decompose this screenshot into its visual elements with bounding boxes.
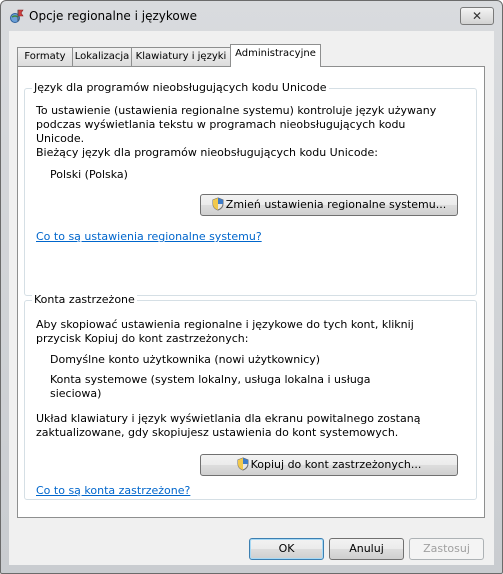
welcome-screen-note-line2: zaktualizowane, gdy skopiujesz ustawieni… <box>36 426 399 439</box>
client-area: Formaty Lokalizacja Klawiatury i języki … <box>9 31 494 565</box>
copy-to-reserved-label: Kopiuj do kont zastrzeżonych... <box>250 458 422 471</box>
change-system-locale-label: Zmień ustawienia regionalne systemu... <box>225 198 447 211</box>
reserved-group-legend: Konta zastrzeżone <box>32 293 137 306</box>
uac-shield-icon <box>212 197 224 211</box>
cancel-button[interactable]: Anuluj <box>329 538 404 560</box>
copy-to-reserved-button[interactable]: Kopiuj do kont zastrzeżonych... <box>200 454 458 476</box>
system-locale-help-link[interactable]: Co to są ustawienia regionalne systemu? <box>36 230 262 243</box>
unicode-language-group: Język dla programów nieobsługujących kod… <box>24 81 477 296</box>
title-bar[interactable]: Opcje regionalne i językowe ✕ <box>1 1 502 31</box>
tab-formaty[interactable]: Formaty <box>17 47 73 66</box>
ok-button[interactable]: OK <box>249 538 324 560</box>
close-icon: ✕ <box>471 9 483 23</box>
regional-settings-icon <box>10 9 24 23</box>
system-accounts-item-line2: sieciowa) <box>50 387 102 400</box>
dialog-window: Opcje regionalne i językowe ✕ Formaty Lo… <box>0 0 503 574</box>
unicode-desc-line2: podczas wyświetlania tekstu w programach… <box>36 118 406 131</box>
tab-administracyjne[interactable]: Administracyjne <box>230 44 321 67</box>
reserved-desc-line2: przycisk Kopiuj do kont zastrzeżonych: <box>36 332 249 345</box>
change-system-locale-button[interactable]: Zmień ustawienia regionalne systemu... <box>200 194 458 216</box>
tab-panel-administracyjne: Język dla programów nieobsługujących kod… <box>17 66 485 518</box>
default-account-item: Domyślne konto użytkownika (nowi użytkow… <box>50 353 321 366</box>
reserved-accounts-group: Konta zastrzeżone Aby skopiować ustawien… <box>24 293 477 500</box>
close-button[interactable]: ✕ <box>460 7 494 25</box>
window-title: Opcje regionalne i językowe <box>29 9 197 23</box>
tab-lokalizacja[interactable]: Lokalizacja <box>72 47 132 66</box>
apply-button[interactable]: Zastosuj <box>409 538 484 560</box>
unicode-desc-line3: Unicode. <box>36 132 85 145</box>
unicode-desc-line1: To ustawienie (ustawienia regionalne sys… <box>36 104 437 117</box>
unicode-group-legend: Język dla programów nieobsługujących kod… <box>32 81 329 94</box>
reserved-desc-line1: Aby skopiować ustawienia regionalne i ję… <box>36 318 414 331</box>
current-language-label: Bieżący język dla programów nieobsługują… <box>36 146 378 159</box>
system-accounts-item-line1: Konta systemowe (system lokalny, usługa … <box>50 373 371 386</box>
current-language-value: Polski (Polska) <box>50 168 128 181</box>
tab-klawiatury[interactable]: Klawiatury i języki <box>131 47 231 66</box>
welcome-screen-note-line1: Układ klawiatury i język wyświetlania dl… <box>36 412 421 425</box>
reserved-accounts-help-link[interactable]: Co to są konta zastrzeżone? <box>36 484 190 497</box>
uac-shield-icon <box>237 457 249 471</box>
